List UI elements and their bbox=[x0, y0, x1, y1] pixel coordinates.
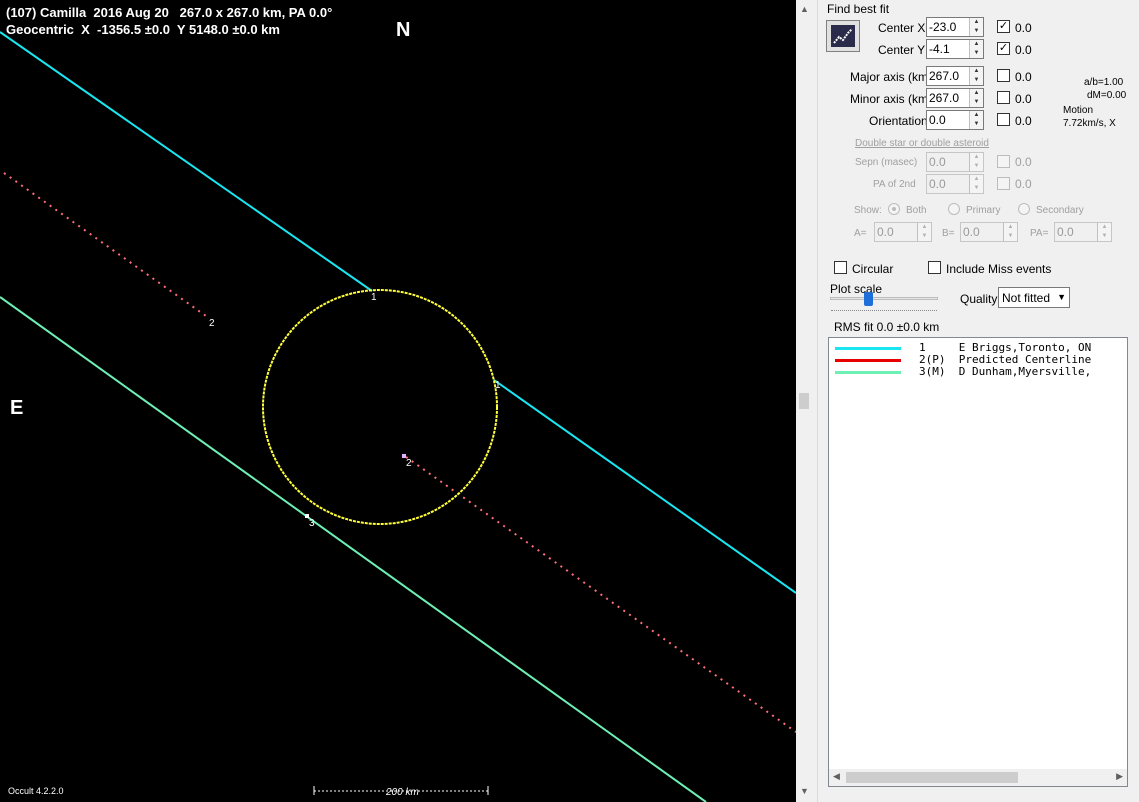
center-x-fit-checkbox[interactable]: ✓ bbox=[997, 20, 1010, 33]
legend-horizontal-scrollbar[interactable]: ◀ ▶ bbox=[829, 769, 1127, 786]
plot-header-line2: Geocentric X -1356.5 ±0.0 Y 5148.0 ±0.0 … bbox=[6, 22, 280, 37]
chord-label: 3 bbox=[309, 518, 315, 529]
find-best-fit-label: Find best fit bbox=[827, 2, 890, 16]
circular-checkbox[interactable] bbox=[834, 261, 847, 274]
find-best-fit-button[interactable] bbox=[826, 20, 860, 52]
a-label: A= bbox=[854, 228, 867, 239]
show-secondary-radio[interactable] bbox=[1018, 203, 1030, 215]
minor-axis-fit-checkbox[interactable] bbox=[997, 91, 1010, 104]
pa-2nd-label: PA of 2nd bbox=[873, 179, 916, 190]
plot-scale-thumb[interactable] bbox=[864, 292, 873, 306]
center-x-label: Center X bbox=[878, 21, 926, 35]
plot-scale-label: Plot scale bbox=[830, 282, 883, 296]
axis-ratio: a/b=1.00 bbox=[1084, 77, 1124, 88]
east-label: E bbox=[10, 397, 24, 419]
orientation-fit-checkbox[interactable] bbox=[997, 113, 1010, 126]
plot-header-line1: (107) Camilla 2016 Aug 20 267.0 x 267.0 … bbox=[6, 5, 333, 20]
asteroid-outline bbox=[262, 289, 498, 525]
rms-fit-label: RMS fit 0.0 ±0.0 km bbox=[834, 320, 940, 334]
scroll-left-icon[interactable]: ◀ bbox=[833, 771, 840, 782]
pa-2nd-fit-value: 0.0 bbox=[1015, 177, 1032, 191]
minor-axis-label: Minor axis (km) bbox=[850, 92, 933, 106]
scroll-up-icon[interactable]: ▲ bbox=[798, 3, 811, 16]
major-axis-label: Major axis (km) bbox=[850, 70, 933, 84]
legend-scroll-thumb[interactable] bbox=[846, 772, 1018, 783]
quality-label: Quality bbox=[960, 292, 998, 306]
show-primary-label: Primary bbox=[966, 205, 1001, 216]
center-y-fit-checkbox[interactable]: ✓ bbox=[997, 42, 1010, 55]
chord-label: 1 bbox=[495, 380, 501, 391]
quality-select[interactable]: Not fitted ▼ bbox=[998, 287, 1070, 308]
observer-legend-list[interactable]: 1 E Briggs,Toronto, ON 2(P) Predicted Ce… bbox=[828, 337, 1128, 787]
chevron-down-icon: ▼ bbox=[1057, 292, 1066, 302]
legend-swatch bbox=[835, 347, 901, 350]
north-label: N bbox=[396, 19, 411, 41]
center-y-fit-value: 0.0 bbox=[1015, 43, 1032, 57]
chord-1-line-exit bbox=[493, 379, 796, 594]
chart-fit-icon bbox=[831, 25, 855, 47]
orientation-fit-value: 0.0 bbox=[1015, 114, 1032, 128]
center-x-fit-value: 0.0 bbox=[1015, 21, 1032, 35]
circular-label: Circular bbox=[852, 262, 894, 276]
sepn-fit-checkbox[interactable] bbox=[997, 155, 1010, 168]
splitter-scrollbar[interactable]: ▲ ▼ bbox=[796, 0, 814, 802]
orientation-input[interactable]: 0.0 ▲ ▼ bbox=[926, 110, 984, 130]
fit-controls-panel: Find best fit Center X -23.0 ▲ ▼ ✓ 0.0 Cen… bbox=[817, 0, 1139, 802]
delta-magnitude: dM=0.00 bbox=[1087, 90, 1127, 101]
legend-swatch bbox=[835, 371, 901, 374]
pa-2nd-input[interactable]: 0.0 ▲ ▼ bbox=[926, 174, 984, 194]
major-axis-input[interactable]: 267.0 ▲ ▼ bbox=[926, 66, 984, 86]
show-primary-radio[interactable] bbox=[948, 203, 960, 215]
show-label: Show: bbox=[854, 205, 882, 216]
major-axis-fit-checkbox[interactable] bbox=[997, 69, 1010, 82]
show-secondary-label: Secondary bbox=[1036, 205, 1084, 216]
plot-canvas bbox=[0, 31, 796, 802]
chord-3-line bbox=[0, 296, 707, 802]
center-x-input[interactable]: -23.0 ▲ ▼ bbox=[926, 17, 984, 37]
sepn-label: Sepn (masec) bbox=[855, 157, 918, 168]
minor-axis-fit-value: 0.0 bbox=[1015, 92, 1032, 106]
pa-label: PA= bbox=[1030, 228, 1049, 239]
predicted-line-1 bbox=[3, 172, 207, 317]
legend-swatch bbox=[835, 359, 901, 362]
scroll-down-icon[interactable]: ▼ bbox=[798, 785, 811, 798]
sepn-input[interactable]: 0.0 ▲ ▼ bbox=[926, 152, 984, 172]
chord-1-line bbox=[0, 31, 373, 292]
occultation-plot[interactable]: (107) Camilla 2016 Aug 20 267.0 x 267.0 … bbox=[0, 0, 796, 802]
major-axis-fit-value: 0.0 bbox=[1015, 70, 1032, 84]
center-y-label: Center Y bbox=[878, 43, 926, 57]
chord-label: 1 bbox=[371, 292, 377, 303]
center-y-input[interactable]: -4.1 ▲ ▼ bbox=[926, 39, 984, 59]
b-input[interactable]: 0.0 ▲ ▼ bbox=[960, 222, 1018, 242]
include-miss-checkbox[interactable] bbox=[928, 261, 941, 274]
pa-input[interactable]: 0.0 ▲ ▼ bbox=[1054, 222, 1112, 242]
minor-axis-input[interactable]: 267.0 ▲ ▼ bbox=[926, 88, 984, 108]
show-both-label: Both bbox=[906, 205, 927, 216]
orientation-label: Orientation bbox=[869, 114, 928, 128]
b-label: B= bbox=[942, 228, 955, 239]
motion-label: Motion bbox=[1063, 105, 1094, 116]
a-input[interactable]: 0.0 ▲ ▼ bbox=[874, 222, 932, 242]
version-label: Occult 4.2.2.0 bbox=[8, 786, 64, 796]
motion-value: 7.72km/s, X bbox=[1063, 118, 1116, 129]
scale-label: 200 km bbox=[386, 787, 419, 798]
chord-label: 2 bbox=[209, 318, 215, 329]
legend-text: 3(M) D Dunham,Myersville, bbox=[919, 365, 1092, 378]
include-miss-label: Include Miss events bbox=[946, 262, 1052, 276]
predicted-line-2 bbox=[405, 456, 796, 733]
sepn-fit-value: 0.0 bbox=[1015, 155, 1032, 169]
legend-row[interactable]: 3(M) D Dunham,Myersville, bbox=[829, 365, 1127, 378]
scroll-right-icon[interactable]: ▶ bbox=[1116, 771, 1123, 782]
show-both-radio[interactable] bbox=[888, 203, 900, 215]
plot-scale-ticks bbox=[831, 308, 937, 311]
double-star-label: Double star or double asteroid bbox=[855, 138, 989, 149]
pa-2nd-fit-checkbox[interactable] bbox=[997, 177, 1010, 190]
chord-label: 2 bbox=[406, 458, 412, 469]
splitter-grip[interactable] bbox=[799, 393, 809, 409]
plot-scale-track[interactable] bbox=[830, 297, 938, 300]
